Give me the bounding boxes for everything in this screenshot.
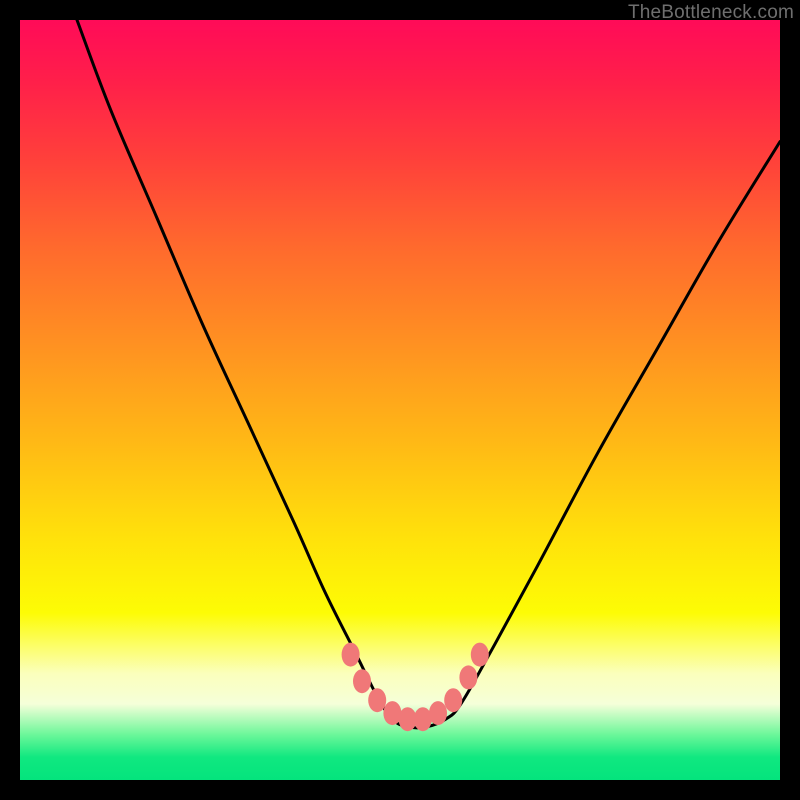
plot-area <box>20 20 780 780</box>
curve-marker <box>353 669 371 693</box>
curve-marker <box>383 701 401 725</box>
bottleneck-curve <box>77 20 780 728</box>
curve-marker <box>414 707 432 731</box>
curve-marker <box>429 701 447 725</box>
curve-marker <box>368 688 386 712</box>
curve-marker <box>459 665 477 689</box>
curve-marker <box>444 688 462 712</box>
curve-svg <box>20 20 780 780</box>
markers <box>342 643 489 732</box>
curve-marker <box>471 643 489 667</box>
curve-marker <box>342 643 360 667</box>
chart-frame: TheBottleneck.com <box>0 0 800 800</box>
